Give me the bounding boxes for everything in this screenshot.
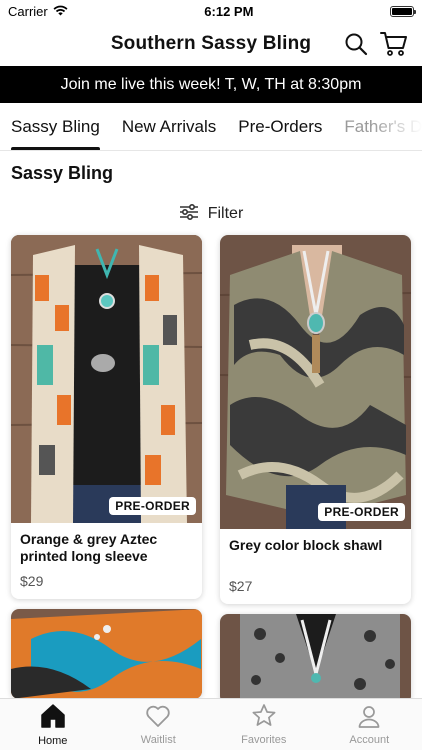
product-image[interactable]	[220, 614, 411, 704]
wifi-icon	[53, 4, 68, 19]
product-info: Grey color block shawl $27	[220, 529, 411, 604]
nav-favorites[interactable]: Favorites	[211, 699, 317, 750]
nav-label: Home	[38, 734, 68, 747]
category-tabs: Sassy Bling New Arrivals Pre-Orders Fath…	[0, 103, 422, 151]
nav-label: Favorites	[241, 734, 287, 746]
product-grid: PRE-ORDER Orange & grey Aztec printed lo…	[0, 235, 422, 704]
nav-label: Account	[349, 733, 390, 746]
battery-icon	[390, 5, 416, 17]
heart-icon	[145, 704, 171, 731]
home-icon	[39, 703, 67, 732]
filter-button[interactable]: Filter	[0, 193, 422, 235]
tab-sassy-bling[interactable]: Sassy Bling	[0, 103, 111, 150]
product-card[interactable]: PRE-ORDER Grey color block shawl $27	[220, 235, 411, 604]
product-card[interactable]	[11, 609, 202, 699]
nav-label: Waitlist	[140, 733, 176, 746]
preorder-badge: PRE-ORDER	[109, 497, 196, 515]
cart-icon[interactable]	[380, 30, 408, 58]
product-column-left: PRE-ORDER Orange & grey Aztec printed lo…	[11, 235, 202, 699]
product-image[interactable]: PRE-ORDER	[220, 235, 411, 529]
nav-home[interactable]: Home	[0, 699, 106, 750]
search-icon[interactable]	[342, 30, 370, 58]
product-price: $29	[20, 573, 44, 589]
carrier-label: Carrier	[8, 3, 48, 19]
nav-account[interactable]: Account	[317, 699, 422, 750]
announcement-banner[interactable]: Join me live this week! T, W, TH at 8:30…	[0, 66, 422, 103]
header-actions	[342, 30, 408, 58]
bottom-nav: Home Waitlist Favorites Account	[0, 698, 422, 750]
preorder-badge: PRE-ORDER	[318, 503, 405, 521]
product-image[interactable]	[11, 609, 202, 699]
tab-new-arrivals[interactable]: New Arrivals	[111, 103, 227, 150]
banner-text: Join me live this week! T, W, TH at 8:30…	[60, 75, 362, 93]
filter-icon	[179, 203, 199, 225]
app-header: Southern Sassy Bling	[0, 22, 422, 66]
star-icon	[251, 703, 277, 731]
tabs-fade	[372, 103, 422, 150]
status-time: 6:12 PM	[204, 3, 254, 19]
product-column-right: PRE-ORDER Grey color block shawl $27	[220, 235, 411, 704]
product-card[interactable]	[220, 614, 411, 704]
section-title: Sassy Bling	[11, 163, 114, 183]
product-name: Grey color block shawl	[229, 537, 383, 553]
tab-pre-orders[interactable]: Pre-Orders	[227, 103, 333, 150]
user-icon	[357, 704, 381, 731]
nav-waitlist[interactable]: Waitlist	[106, 699, 212, 750]
page-title: Southern Sassy Bling	[110, 33, 312, 54]
product-image[interactable]: PRE-ORDER	[11, 235, 202, 523]
product-card[interactable]: PRE-ORDER Orange & grey Aztec printed lo…	[11, 235, 202, 599]
status-bar: Carrier 6:12 PM	[0, 0, 422, 22]
product-info: Orange & grey Aztec printed long sleeve …	[11, 523, 202, 599]
status-left: Carrier	[8, 4, 68, 19]
filter-label: Filter	[207, 205, 244, 222]
product-price: $27	[229, 578, 253, 594]
product-name: Orange & grey Aztec printed long sleeve	[20, 531, 158, 564]
